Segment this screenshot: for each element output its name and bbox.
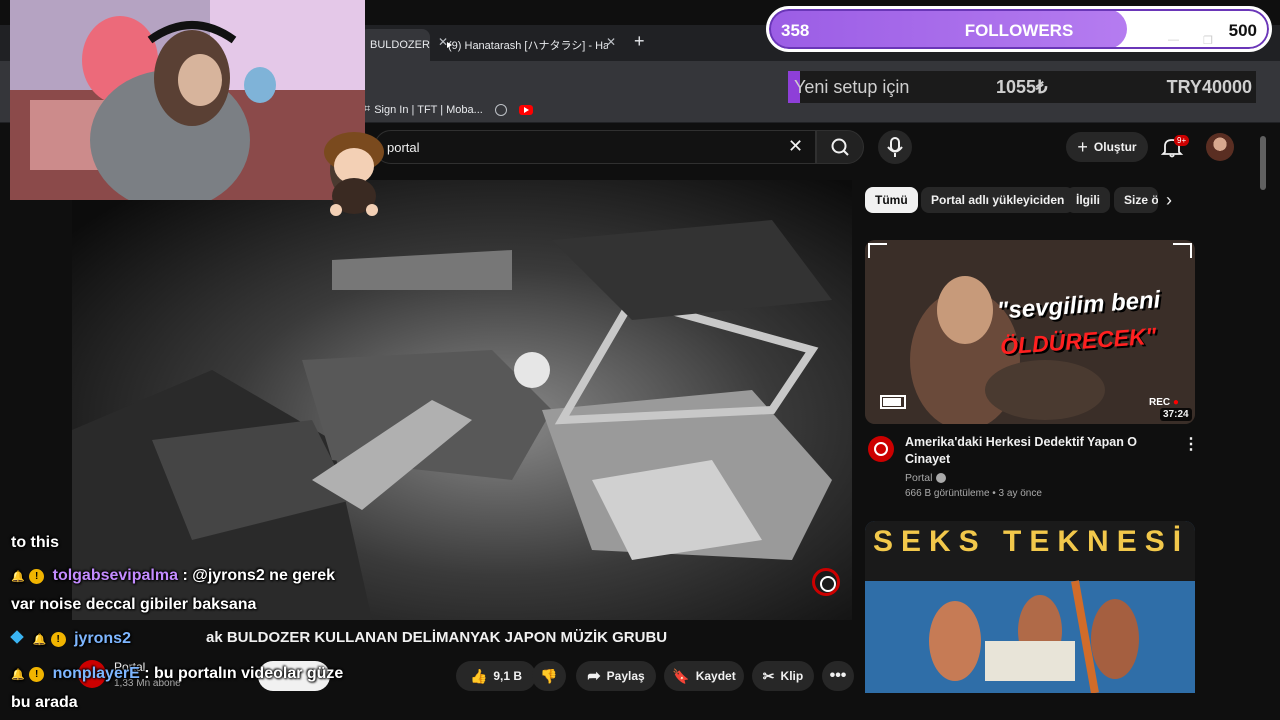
window-controls: — ❐ bbox=[1168, 34, 1213, 47]
like-count: 9,1 B bbox=[493, 669, 523, 683]
plus-icon: + bbox=[1077, 136, 1088, 157]
account-avatar[interactable] bbox=[1206, 133, 1234, 161]
youtube-bookmark-icon[interactable] bbox=[518, 104, 533, 115]
bookmark-icon: 🔖 bbox=[672, 667, 690, 684]
coin-badge-icon: ! bbox=[29, 569, 45, 584]
cube-badge-icon bbox=[10, 630, 24, 644]
video-title: ak BULDOZER KULLANAN DELİMANYAK JAPON MÜ… bbox=[206, 629, 668, 646]
video-player[interactable] bbox=[72, 180, 852, 620]
coin-badge-icon: ! bbox=[50, 632, 66, 647]
microphone-icon bbox=[887, 137, 903, 157]
related-video-thumbnail[interactable]: "sevgilim beni ÖLDÜRECEK" REC ● bbox=[865, 240, 1195, 424]
search-query: portal bbox=[387, 139, 420, 155]
search-button[interactable] bbox=[816, 130, 864, 164]
dislike-button[interactable]: 👎 bbox=[532, 661, 566, 691]
related-channel-label: Portal bbox=[905, 472, 933, 484]
new-tab-icon[interactable]: + bbox=[634, 31, 645, 52]
share-button[interactable]: ➦ Paylaş bbox=[576, 661, 656, 691]
save-label: Kaydet bbox=[695, 669, 736, 683]
thumbs-up-icon: 👍 bbox=[469, 667, 488, 684]
video-frame-image bbox=[72, 180, 852, 620]
coin-badge-icon: ! bbox=[29, 667, 45, 682]
tab-label: BULDOZER bbox=[370, 39, 430, 51]
browser-tab-buldozer[interactable]: BULDOZER bbox=[360, 29, 430, 61]
tab-label: (9) Hanatarash [ハナタラシ] - Han bbox=[448, 40, 608, 52]
webcam-image bbox=[10, 0, 365, 200]
create-label: Oluştur bbox=[1093, 140, 1137, 154]
chat-message: 🔔 ! jyrons2 bbox=[10, 630, 131, 648]
related-channel-avatar[interactable] bbox=[868, 436, 894, 462]
notification-badge-icon: 🔔 bbox=[11, 571, 25, 583]
chip-for-you[interactable]: Size ö bbox=[1114, 187, 1158, 213]
chat-username: jyrons2 bbox=[74, 630, 131, 647]
bookmark-label: Sign In | TFT | Moba... bbox=[374, 103, 483, 116]
chat-text: : @jyrons2 ne gerek bbox=[182, 567, 335, 584]
record-dot-icon: ● bbox=[1172, 397, 1179, 408]
chat-text: var noise deccal gibiler baksana bbox=[11, 596, 257, 613]
notification-badge-icon: 🔔 bbox=[11, 669, 25, 681]
related-video-title[interactable]: Amerika'daki Herkesi Dedektif Yapan O Ci… bbox=[905, 434, 1155, 468]
chat-message: 🔔 ! tolgabsevipalma : @jyrons2 ne gerek bbox=[11, 567, 335, 585]
donation-goal-label: Yeni setup için bbox=[794, 77, 910, 97]
rec-label: REC bbox=[1149, 397, 1171, 408]
donation-goal-target: TRY40000 bbox=[1166, 77, 1252, 97]
related-channel-name[interactable]: Portal bbox=[905, 472, 947, 484]
page-scrollbar[interactable] bbox=[1260, 136, 1266, 190]
voice-search-button[interactable] bbox=[878, 130, 912, 164]
close-tab-icon[interactable]: ✕ bbox=[606, 35, 616, 49]
clear-search-icon[interactable]: ✕ bbox=[788, 136, 803, 157]
chat-username: nonplayerE bbox=[52, 665, 140, 682]
chip-all[interactable]: Tümü bbox=[865, 187, 918, 213]
chevron-right-icon[interactable]: › bbox=[1166, 190, 1172, 211]
clip-label: Klip bbox=[780, 669, 804, 683]
more-horizontal-icon: ••• bbox=[829, 667, 847, 684]
chat-message: var noise deccal gibiler baksana bbox=[11, 596, 256, 614]
channel-watermark-icon[interactable] bbox=[812, 568, 840, 596]
notifications-badge: 9+ bbox=[1174, 135, 1190, 146]
search-input[interactable]: portal bbox=[374, 130, 816, 164]
globe-icon[interactable] bbox=[494, 103, 507, 116]
rec-indicator: REC ● bbox=[1149, 397, 1179, 408]
plush-doll-sticker bbox=[322, 130, 386, 216]
like-button[interactable]: 👍 9,1 B bbox=[456, 661, 536, 691]
bookmark-item[interactable]: ⌗ Sign In | TFT | Moba... bbox=[364, 103, 483, 116]
doll-image bbox=[324, 132, 384, 216]
share-label: Paylaş bbox=[606, 669, 645, 683]
search-icon bbox=[831, 138, 849, 156]
more-actions-button[interactable]: ••• bbox=[822, 661, 854, 691]
follower-goal-target: 500 bbox=[1228, 21, 1257, 40]
chat-text: to this bbox=[11, 534, 59, 551]
donation-amount: 1055₺ bbox=[996, 77, 1048, 97]
chip-from-uploader[interactable]: Portal adlı yükleyiciden bbox=[921, 187, 1075, 213]
related-video-thumbnail[interactable]: SEKS TEKNESİ bbox=[865, 521, 1195, 693]
chat-message: 🔔 ! nonplayerE : bu portalın videolar gü… bbox=[11, 665, 343, 683]
more-vertical-icon[interactable]: ⋮ bbox=[1183, 434, 1199, 454]
donation-goal-bar: Yeni setup için 1055₺ TRY40000 bbox=[788, 71, 1256, 103]
scissors-icon: ✂ bbox=[762, 667, 775, 684]
thumbs-down-icon: 👎 bbox=[540, 667, 558, 684]
streamer-webcam bbox=[10, 0, 365, 200]
share-icon: ➦ bbox=[587, 668, 601, 685]
video-duration: 37:24 bbox=[1160, 408, 1192, 421]
chat-text: bu arada bbox=[11, 694, 78, 711]
chat-text: : bu portalın videolar güze bbox=[144, 665, 344, 682]
save-button[interactable]: 🔖 Kaydet bbox=[664, 661, 744, 691]
chip-related[interactable]: İlgili bbox=[1066, 187, 1110, 213]
clip-button[interactable]: ✂ Klip bbox=[752, 661, 814, 691]
browser-tab-hanatarash[interactable]: (9) Hanatarash [ハナタラシ] - Han bbox=[438, 29, 608, 61]
minimize-icon[interactable]: — bbox=[1168, 34, 1179, 47]
notification-badge-icon: 🔔 bbox=[32, 634, 47, 646]
chat-username: tolgabsevipalma bbox=[52, 567, 178, 584]
related-video-meta: 666 B görüntüleme • 3 ay önce bbox=[905, 488, 1042, 499]
maximize-icon[interactable]: ❐ bbox=[1203, 34, 1213, 47]
verified-icon bbox=[936, 473, 947, 483]
chat-message: bu arada bbox=[11, 694, 78, 712]
thumbnail-caption: SEKS TEKNESİ bbox=[873, 525, 1190, 558]
create-button[interactable]: + Oluştur bbox=[1066, 132, 1148, 162]
chat-message: to this bbox=[11, 534, 59, 552]
